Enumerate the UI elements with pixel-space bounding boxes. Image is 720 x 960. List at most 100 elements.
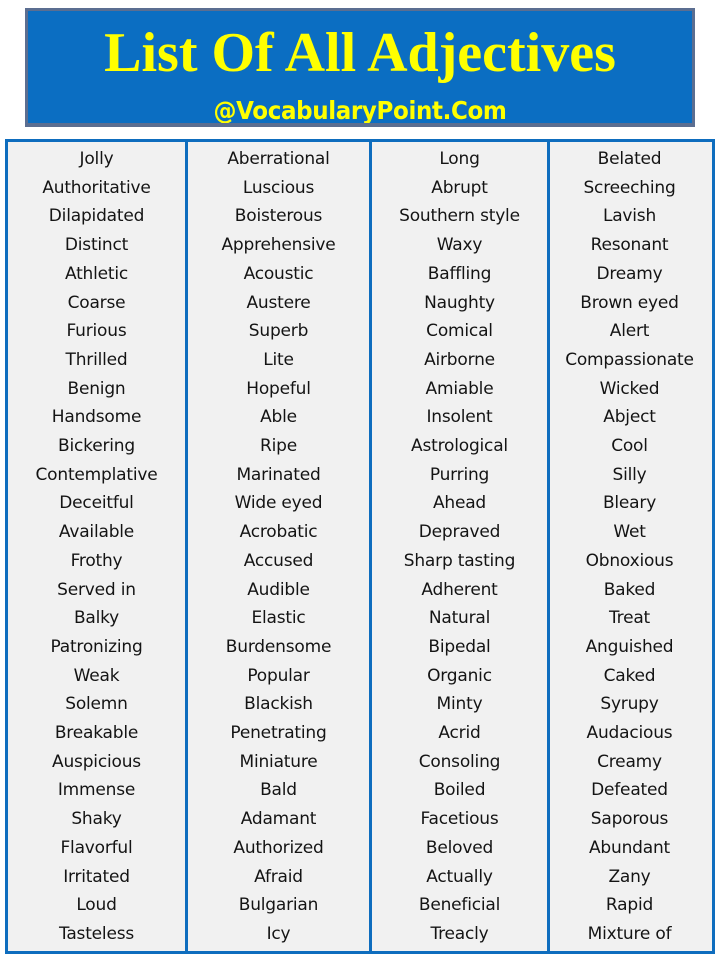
header-banner: List Of All Adjectives @VocabularyPoint.…: [25, 8, 695, 127]
word-item: Anguished: [585, 636, 674, 657]
page-title: List Of All Adjectives: [104, 22, 616, 84]
word-item: Benign: [67, 378, 126, 399]
word-item: Able: [260, 407, 297, 428]
word-item: Loud: [76, 895, 117, 916]
word-item: Afraid: [254, 866, 303, 887]
word-item: Comical: [426, 321, 493, 342]
word-item: Obnoxious: [585, 550, 674, 571]
word-item: Rapid: [605, 895, 654, 916]
word-item: Patronizing: [50, 636, 143, 657]
word-item: Contemplative: [35, 464, 158, 485]
word-item: Miniature: [239, 751, 318, 772]
word-item: Austere: [246, 292, 311, 313]
word-item: Handsome: [51, 407, 142, 428]
word-item: Astrological: [411, 436, 508, 457]
word-item: Superb: [248, 321, 309, 342]
word-item: Lite: [263, 349, 294, 370]
word-item: Aberrational: [227, 149, 330, 169]
word-item: Creamy: [597, 751, 662, 772]
word-item: Cool: [611, 436, 648, 457]
word-item: Bleary: [602, 493, 657, 514]
word-item: Resonant: [590, 235, 669, 256]
word-item: Popular: [247, 665, 310, 686]
word-item: Facetious: [420, 809, 499, 830]
word-item: Flavorful: [60, 837, 133, 858]
word-item: Sharp tasting: [403, 550, 516, 571]
word-item: Bald: [260, 780, 297, 801]
word-item: Authorized: [233, 837, 324, 858]
word-item: Wide eyed: [234, 493, 323, 514]
word-item: Actually: [426, 866, 493, 887]
word-item: Acoustic: [243, 263, 314, 284]
word-item: Bipedal: [428, 636, 491, 657]
word-item: Elastic: [251, 608, 306, 629]
word-item: Wet: [613, 522, 646, 543]
word-item: Alert: [609, 321, 650, 342]
word-item: Served in: [57, 579, 136, 600]
word-item: Dilapidated: [48, 206, 145, 227]
word-item: Dreamy: [596, 263, 663, 284]
word-item: Balky: [73, 608, 120, 629]
word-item: Purring: [429, 464, 490, 485]
word-item: Acrid: [438, 723, 481, 744]
word-item: Wicked: [599, 378, 660, 399]
word-item: Breakable: [54, 723, 139, 744]
word-item: Ripe: [260, 436, 297, 457]
word-item: Airborne: [424, 349, 495, 370]
word-item: Marinated: [236, 464, 321, 485]
word-item: Penetrating: [230, 723, 327, 744]
word-item: Consoling: [418, 751, 501, 772]
word-column-2: Aberrational Luscious Boisterous Apprehensi…: [188, 142, 372, 951]
word-item: Organic: [427, 665, 492, 686]
word-column-3: Long Abrupt Southern style Waxy Baffling Naug…: [372, 142, 550, 951]
word-item: Abundant: [588, 837, 671, 858]
word-item: Icy: [266, 923, 291, 944]
word-item: Tasteless: [58, 923, 135, 944]
word-item: Beloved: [425, 837, 494, 858]
word-item: Syrupy: [600, 694, 659, 715]
word-item: Insolent: [426, 407, 493, 428]
word-item: Bickering: [58, 436, 135, 457]
word-item: Immense: [57, 780, 136, 801]
word-item: Zany: [608, 866, 651, 887]
word-item: Ahead: [432, 493, 487, 514]
word-item: Beneficial: [418, 895, 501, 916]
word-item: Minty: [436, 694, 483, 715]
word-item: Mixture of: [587, 923, 672, 944]
word-column-4: Belated Screeching Lavish Resonant Dreamy Bro…: [550, 142, 709, 951]
word-item: Irritated: [63, 866, 130, 887]
word-item: Defeated: [591, 780, 668, 801]
word-item: Abrupt: [431, 177, 488, 198]
word-item: Depraved: [418, 522, 501, 543]
word-item: Boisterous: [234, 206, 323, 227]
word-item: Deceitful: [59, 493, 134, 514]
word-item: Silly: [612, 464, 647, 485]
adjectives-table: Jolly Authoritative Dilapidated Distinct Ath…: [5, 139, 715, 954]
word-item: Hopeful: [246, 378, 311, 399]
word-item: Apprehensive: [221, 235, 336, 256]
word-item: Baffling: [427, 263, 492, 284]
word-item: Thrilled: [65, 349, 128, 370]
word-item: Authoritative: [42, 177, 151, 198]
word-item: Frothy: [70, 550, 123, 571]
word-item: Luscious: [242, 177, 315, 198]
word-item: Southern style: [399, 206, 520, 227]
word-item: Saporous: [590, 809, 669, 830]
word-item: Long: [439, 149, 480, 169]
word-item: Treat: [608, 608, 651, 629]
word-item: Treacly: [430, 923, 489, 944]
word-item: Solemn: [65, 694, 128, 715]
page-root: List Of All Adjectives @VocabularyPoint.…: [0, 0, 720, 960]
word-item: Athletic: [64, 263, 129, 284]
word-item: Abject: [603, 407, 656, 428]
word-item: Distinct: [64, 235, 129, 256]
word-item: Amiable: [425, 378, 494, 399]
word-item: Coarse: [67, 292, 126, 313]
word-item: Waxy: [436, 235, 483, 256]
word-item: Baked: [603, 579, 656, 600]
word-item: Belated: [597, 149, 662, 169]
word-item: Available: [58, 522, 135, 543]
word-item: Furious: [66, 321, 127, 342]
word-item: Caked: [603, 665, 656, 686]
word-item: Bulgarian: [238, 895, 319, 916]
